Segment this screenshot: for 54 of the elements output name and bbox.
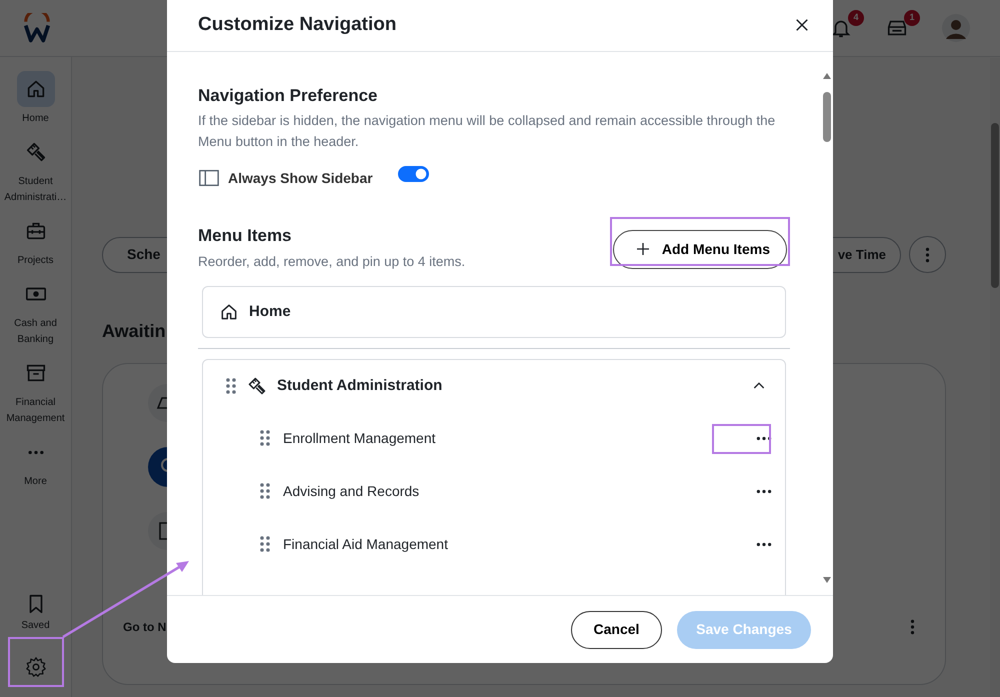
scroll-thumb[interactable] — [991, 123, 999, 288]
cancel-button[interactable]: Cancel — [571, 610, 662, 648]
more-icon — [26, 450, 46, 454]
submenu-item[interactable]: Financial Aid Management — [203, 518, 785, 571]
drag-handle-icon — [225, 376, 237, 395]
notification-count: 4 — [848, 10, 864, 26]
highlight-box — [8, 637, 64, 687]
menu-item-label: Student Administration — [277, 376, 444, 396]
scroll-up-icon[interactable] — [822, 72, 832, 80]
section-title: Menu Items — [198, 226, 293, 247]
briefcase-icon — [24, 220, 46, 242]
house-icon — [219, 302, 239, 322]
card-link[interactable]: Go to N — [123, 618, 166, 636]
archive-box-icon — [24, 362, 46, 384]
toggle-switch[interactable] — [398, 166, 429, 182]
setting-label: Always Show Sidebar — [228, 168, 374, 188]
sidebar-item[interactable]: More — [0, 434, 71, 497]
sidebar-item[interactable]: Home — [0, 71, 71, 134]
add-menu-items-button[interactable]: Add Menu Items — [612, 230, 787, 269]
sidebar-item[interactable]: Student Administrati… — [0, 134, 71, 213]
sidebar-item[interactable]: Saved — [0, 589, 71, 641]
drag-handle-icon — [259, 535, 271, 554]
scroll-down-icon[interactable] — [822, 576, 832, 584]
pencil-ruler-icon — [24, 141, 46, 163]
kebab-icon — [925, 246, 930, 262]
section-title: Awaitin — [102, 320, 167, 343]
more-icon — [756, 488, 772, 494]
menu-item-label: Financial Aid Management — [283, 534, 449, 554]
menu-item[interactable]: Home — [202, 286, 786, 338]
dialog-title: Customize Navigation — [198, 14, 396, 37]
highlight-box — [712, 424, 771, 454]
settings-button[interactable] — [24, 655, 46, 679]
logo-icon — [22, 13, 52, 43]
drag-handle-icon — [259, 482, 271, 500]
section-title: Navigation Preference — [198, 86, 379, 106]
scroll-thumb[interactable] — [823, 92, 831, 142]
submenu-item[interactable]: Advising and Records — [203, 464, 785, 518]
menu-item-label: Home — [249, 302, 291, 322]
section-description: If the sidebar is hidden, the navigation menu will be collapsed and remain accessible through the Menu button in the header. — [198, 112, 776, 152]
drag-handle-icon — [259, 429, 271, 448]
more-icon — [756, 542, 772, 547]
settings-icon — [24, 656, 46, 678]
section-description: Reorder, add, remove, and pin up to 4 items. — [198, 252, 466, 271]
sidebar-item[interactable]: Financial Management — [0, 355, 71, 434]
pencil-ruler-icon — [247, 376, 267, 396]
inbox-count: 1 — [904, 10, 920, 26]
menu-item-label: Enrollment Management — [283, 428, 437, 448]
menu-item-label: Advising and Records — [283, 482, 420, 501]
more-icon — [756, 436, 772, 441]
sidebar-item[interactable]: Projects — [0, 213, 71, 276]
submenu-item[interactable]: Enrollment Management — [203, 412, 785, 465]
sidebar-item[interactable]: Cash and Banking — [0, 276, 71, 355]
avatar[interactable] — [942, 14, 970, 42]
kebab-icon — [910, 619, 915, 635]
